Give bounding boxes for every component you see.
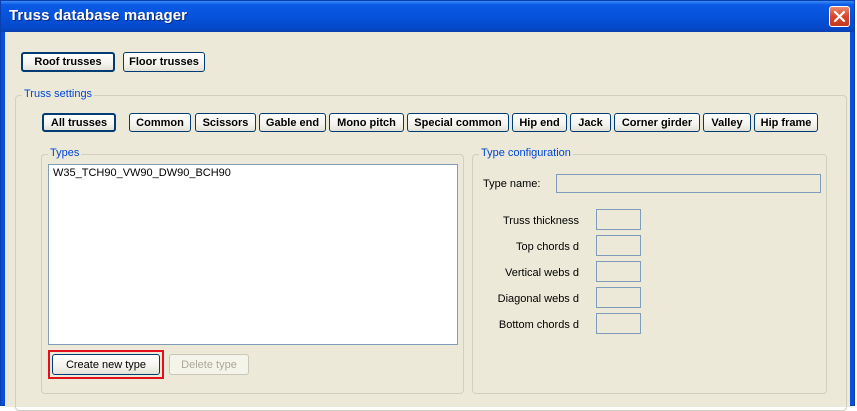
types-listbox[interactable]: W35_TCH90_VW90_DW90_BCH90 <box>48 164 458 345</box>
filter-hip-end-button[interactable]: Hip end <box>512 113 567 132</box>
filter-all-trusses-button[interactable]: All trusses <box>42 113 116 132</box>
filter-special-common-button[interactable]: Special common <box>407 113 509 132</box>
bottom-chords-field[interactable] <box>596 313 641 334</box>
diagonal-webs-label: Diagonal webs d <box>497 293 579 305</box>
diagonal-webs-field[interactable] <box>596 287 641 308</box>
title-bar[interactable]: Truss database manager <box>1 1 854 32</box>
roof-trusses-button[interactable]: Roof trusses <box>21 52 115 72</box>
dialog-window: Truss database manager Roof trusses Floo… <box>0 0 855 411</box>
filter-scissors-button[interactable]: Scissors <box>195 113 256 132</box>
dialog-client: Roof trusses Floor trusses Truss setting… <box>5 32 850 411</box>
list-item[interactable]: W35_TCH90_VW90_DW90_BCH90 <box>53 167 231 179</box>
floor-trusses-button[interactable]: Floor trusses <box>123 52 205 72</box>
delete-type-button[interactable]: Delete type <box>169 354 249 375</box>
truss-settings-legend: Truss settings <box>22 88 95 100</box>
filter-corner-girder-button[interactable]: Corner girder <box>614 113 700 132</box>
top-chords-label: Top chords d <box>516 241 579 253</box>
vertical-webs-label: Vertical webs d <box>505 267 579 279</box>
close-button[interactable] <box>829 6 850 27</box>
filter-valley-button[interactable]: Valley <box>703 113 751 132</box>
type-configuration-legend: Type configuration <box>479 147 573 159</box>
type-name-field[interactable] <box>556 174 821 193</box>
top-chords-field[interactable] <box>596 235 641 256</box>
vertical-webs-field[interactable] <box>596 261 641 282</box>
filter-gable-end-button[interactable]: Gable end <box>259 113 326 132</box>
highlight-box <box>48 350 164 379</box>
bottom-chords-label: Bottom chords d <box>498 319 579 331</box>
window-title: Truss database manager <box>9 7 188 24</box>
close-icon <box>833 10 846 23</box>
filter-jack-button[interactable]: Jack <box>570 113 611 132</box>
filter-common-button[interactable]: Common <box>129 113 191 132</box>
truss-thickness-field[interactable] <box>596 209 641 230</box>
filter-mono-pitch-button[interactable]: Mono pitch <box>329 113 404 132</box>
types-legend: Types <box>48 147 82 159</box>
truss-thickness-label: Truss thickness <box>502 215 579 227</box>
filter-hip-frame-button[interactable]: Hip frame <box>754 113 818 132</box>
type-name-label: Type name: <box>483 178 541 190</box>
